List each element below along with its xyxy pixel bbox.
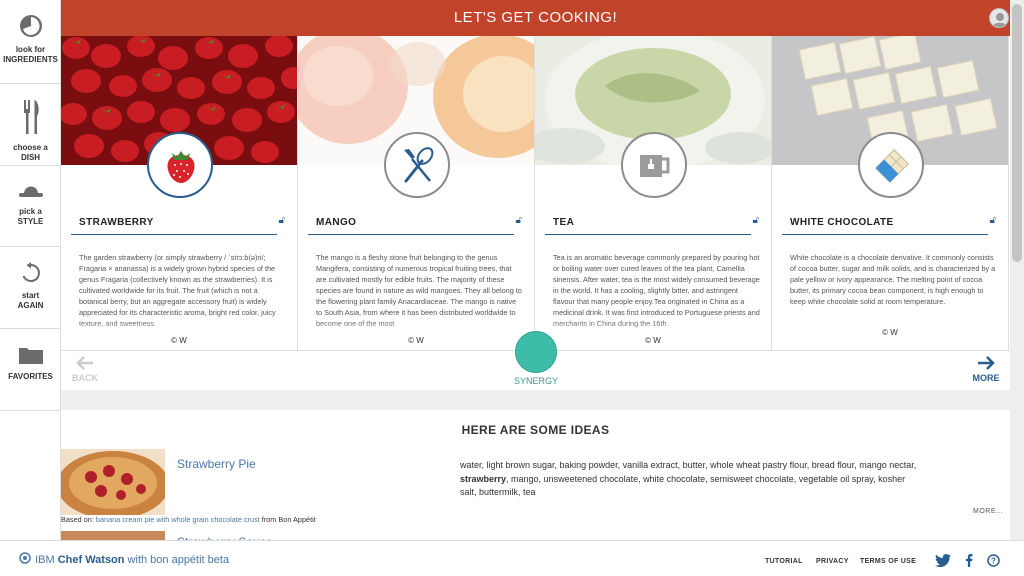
recipe-ingredients: water, light brown sugar, baking powder,… [460, 459, 920, 500]
ingredients-text: water, light brown sugar, baking powder,… [460, 460, 917, 470]
lock-icon[interactable]: 🔓︎ [990, 215, 996, 226]
source-links[interactable]: © W [61, 336, 297, 345]
ingredient-badge [858, 132, 924, 198]
sidebar-item-ingredients[interactable]: look for INGREDIENTS [0, 14, 61, 65]
ingredient-card-mango[interactable]: MANGO 🔓︎ The mango is a fleshy stone fru… [298, 36, 535, 350]
ingredient-name: STRAWBERRY [79, 217, 154, 228]
sidebar-divider [0, 246, 61, 247]
restart-icon [0, 262, 61, 287]
arrow-left-icon [76, 356, 93, 370]
ingredients-text: , mango, unsweetened chocolate, white ch… [460, 473, 906, 498]
terms-of-use-link[interactable]: TERMS OF USE [860, 558, 916, 565]
ingredient-card-tea[interactable]: TEA 🔓︎ Tea is an aromatic beverage commo… [535, 36, 772, 350]
facebook-icon[interactable] [965, 554, 973, 572]
ingredient-badge [384, 132, 450, 198]
sidebar-item-label: look for INGREDIENTS [3, 45, 58, 64]
hat-icon [0, 180, 61, 203]
brand-name: Chef Watson [57, 554, 125, 566]
watson-logo-icon [19, 552, 31, 564]
based-on-suffix: from Bon Appétit [259, 515, 316, 524]
source-links[interactable]: © W [298, 336, 534, 345]
strawberry-icon [167, 151, 195, 183]
sidebar: look for INGREDIENTS choose a DISH pick … [0, 0, 61, 540]
ingredient-badge [147, 132, 213, 198]
ingredient-name: WHITE CHOCOLATE [790, 217, 894, 228]
privacy-link[interactable]: PRIVACY [816, 558, 849, 565]
sidebar-divider [0, 410, 61, 411]
mug-icon [640, 155, 670, 177]
based-on-line: Based on: banana cream pie with whole gr… [61, 515, 316, 524]
lock-icon[interactable]: 🔓︎ [516, 215, 522, 226]
footer: IBM Chef Watson with bon appétit beta TU… [0, 540, 1024, 576]
sidebar-item-style[interactable]: pick a STYLE [0, 180, 61, 227]
sidebar-divider [0, 328, 61, 329]
sidebar-divider [0, 83, 61, 84]
recipe-thumbnail[interactable] [61, 531, 165, 540]
ingredient-card-strawberry[interactable]: STRAWBERRY 🔓︎ The garden strawberry (or … [61, 36, 298, 350]
brand-logo[interactable]: IBM Chef Watson with bon appétit beta [18, 551, 229, 566]
arrow-right-icon [978, 356, 995, 370]
divider [308, 234, 514, 235]
recipe-title[interactable]: Strawberry Pie [177, 457, 256, 471]
based-on-prefix: Based on: [61, 515, 96, 524]
help-icon[interactable]: ? [987, 554, 1000, 572]
whisk-knife-icon [404, 147, 434, 183]
recipe-thumbnail[interactable] [61, 449, 165, 515]
fork-knife-icon [0, 98, 61, 139]
synergy-label: SYNERGY [513, 376, 558, 386]
more-button[interactable]: MORE [971, 355, 1001, 383]
ingredient-name: TEA [553, 217, 575, 228]
sidebar-item-label: pick a STYLE [17, 207, 44, 226]
sidebar-item-favorites[interactable]: FAVORITES [0, 345, 61, 382]
user-avatar-icon[interactable] [989, 8, 1009, 28]
chef-watson-app: look for INGREDIENTS choose a DISH pick … [0, 0, 1024, 576]
card-navigation: BACK SYNERGY MORE [61, 331, 1010, 390]
sidebar-item-label: choose a DISH [13, 143, 48, 162]
lemon-slice-icon [0, 14, 61, 41]
ingredient-description: White chocolate is a chocolate derivativ… [790, 253, 996, 306]
ingredient-card-white-chocolate[interactable]: WHITE CHOCOLATE 🔓︎ White chocolate is a … [772, 36, 1009, 350]
source-links[interactable]: © W [772, 328, 1008, 337]
folder-icon [0, 345, 61, 368]
synergy-button[interactable] [515, 331, 557, 373]
svg-text:?: ? [991, 556, 996, 565]
divider [545, 234, 751, 235]
sidebar-item-dish[interactable]: choose a DISH [0, 98, 61, 163]
ideas-section: HERE ARE SOME IDEAS Strawberry Pie water… [61, 410, 1010, 540]
lock-icon[interactable]: 🔓︎ [753, 215, 759, 226]
back-button[interactable]: BACK [70, 355, 100, 383]
scrollbar-thumb[interactable] [1012, 4, 1022, 262]
ingredient-badge [621, 132, 687, 198]
sidebar-item-label: start AGAIN [17, 291, 44, 310]
section-gap [61, 390, 1010, 410]
ingredient-name: MANGO [316, 217, 357, 228]
based-on-link[interactable]: banana cream pie with whole grain chocol… [96, 515, 260, 524]
ingredient-cards: STRAWBERRY 🔓︎ The garden strawberry (or … [61, 36, 1010, 350]
page-scrollbar[interactable] [1010, 0, 1024, 540]
divider [71, 234, 277, 235]
back-label: BACK [72, 373, 98, 383]
sidebar-divider [0, 165, 61, 166]
ingredients-highlight: strawberry [460, 473, 507, 484]
sidebar-item-start-again[interactable]: start AGAIN [0, 262, 61, 311]
recipe-more-link[interactable]: MORE... [973, 508, 1003, 515]
chocolate-bar-icon [875, 149, 909, 183]
sidebar-item-label: FAVORITES [8, 372, 53, 381]
page-title: LET'S GET COOKING! [453, 9, 618, 26]
tutorial-link[interactable]: TUTORIAL [765, 558, 803, 565]
divider [782, 234, 988, 235]
brand-suffix: with bon appétit beta [124, 554, 230, 566]
ideas-title: HERE ARE SOME IDEAS [461, 423, 610, 437]
more-label: MORE [972, 373, 1000, 383]
source-links[interactable]: © W [535, 336, 771, 345]
lock-icon[interactable]: 🔓︎ [279, 215, 285, 226]
twitter-icon[interactable] [935, 554, 951, 572]
brand-prefix: IBM [35, 554, 58, 566]
header-bar: LET'S GET COOKING! [61, 0, 1010, 36]
